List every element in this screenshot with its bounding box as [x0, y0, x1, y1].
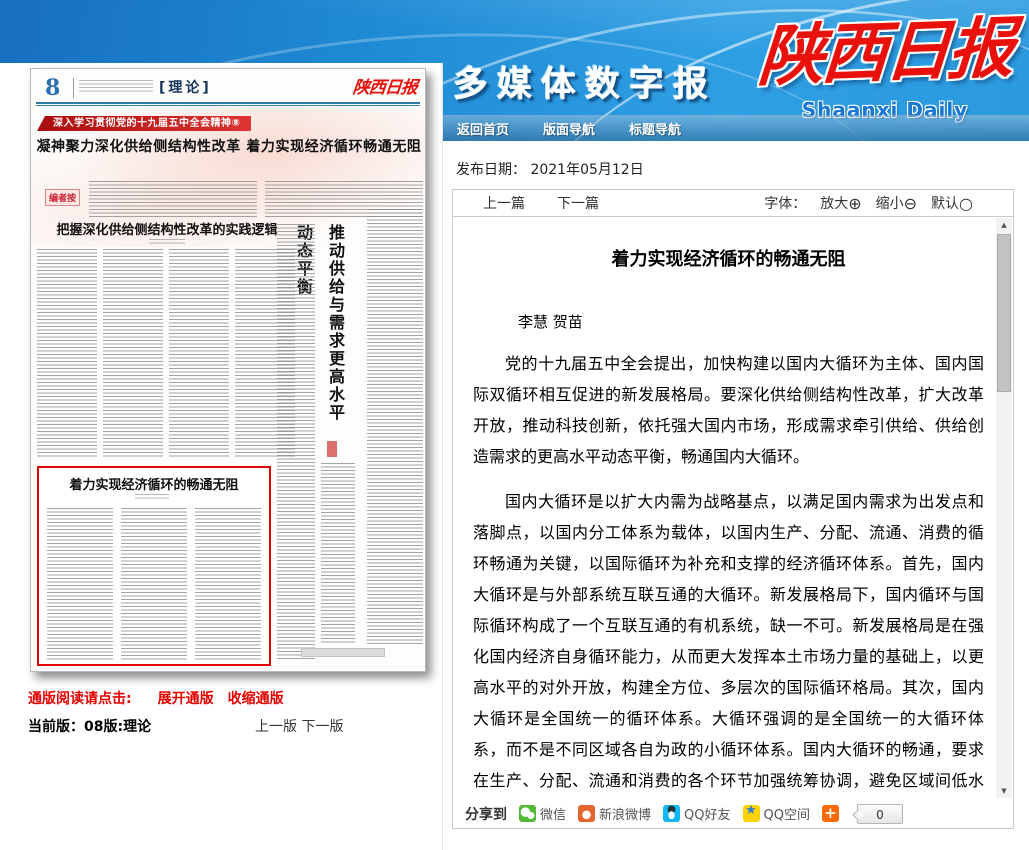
highlighted-article-headline: 着力实现经济循环的畅通无阻 [39, 474, 269, 493]
newspaper-text-column [89, 181, 257, 219]
weibo-icon [578, 805, 595, 822]
newspaper-text-column [169, 249, 229, 457]
article2-author-mark [327, 441, 337, 457]
highlighted-article-author [135, 494, 169, 499]
share-more-button[interactable] [822, 805, 839, 822]
font-default-icon: ○ [959, 194, 973, 213]
publish-date-value: 2021年05月12日 [530, 162, 643, 178]
nav-bar: 返回首页 版面导航 标题导航 [443, 115, 1029, 141]
plus-icon [822, 805, 839, 822]
share-wechat-button[interactable]: 微信 [519, 804, 566, 823]
share-weibo-button[interactable]: 新浪微博 [578, 804, 651, 823]
newspaper-masthead: 陕西日报 [352, 73, 419, 98]
font-default-button[interactable]: 默认○ [931, 193, 973, 213]
article-author: 李慧 贺苗 [473, 311, 984, 332]
expand-spread-link[interactable]: 展开通版 [158, 691, 214, 707]
share-qzone-button[interactable]: QQ空间 [743, 804, 810, 823]
share-weibo-label: 新浪微博 [599, 804, 651, 823]
page-nav-links: 上一版 下一版 [255, 716, 343, 736]
publish-date-label: 发布日期： [456, 162, 526, 178]
highlighted-article-box[interactable]: 着力实现经济循环的畅通无阻 [37, 466, 271, 666]
article1-author [149, 239, 185, 244]
next-page-link[interactable]: 下一版 [301, 719, 343, 735]
article-paragraph: 国内大循环是以扩大内需为战略基点，以满足国内需求为出发点和落脚点，以国内分工体系… [473, 486, 984, 799]
share-wechat-label: 微信 [540, 804, 566, 823]
newspaper-text-column [121, 508, 187, 660]
qq-icon [663, 805, 680, 822]
article2-vertical-headline: 推动供给与需求更高水平动态平衡 [319, 224, 351, 436]
scrollbar-down-arrow-icon[interactable]: ▼ [996, 784, 1012, 798]
newspaper-main-headline: 凝神聚力深化供给侧结构性改革 着力实现经济循环畅通无阻 [35, 136, 423, 156]
newspaper-text-column [195, 508, 261, 660]
newspaper-page-number: 8 [45, 75, 60, 101]
prev-article-button[interactable]: 上一篇 [483, 193, 525, 213]
newspaper-text-column [277, 224, 315, 661]
editor-note-label: 编者按 [45, 189, 80, 206]
newspaper-date-lines [79, 80, 153, 94]
publish-date: 发布日期： 2021年05月12日 [456, 159, 644, 179]
article-content: 着力实现经济循环的畅通无阻 李慧 贺苗 党的十九届五中全会提出，加快构建以国内大… [453, 217, 996, 799]
scrollbar-up-arrow-icon[interactable]: ▲ [996, 218, 1012, 232]
font-zoom-in-label: 放大 [820, 196, 848, 212]
nav-item-title-nav[interactable]: 标题导航 [629, 119, 701, 138]
newspaper-text-column [47, 508, 113, 660]
font-size-label: 字体： [764, 193, 806, 213]
brand-logo: 陕西日报 Shaanxi Daily [742, 2, 1028, 122]
next-article-button[interactable]: 下一篇 [557, 193, 599, 213]
current-page-row: 当前版：08版:理论 [28, 716, 151, 736]
nav-item-home[interactable]: 返回首页 [457, 119, 529, 138]
article-reader-panel: 发布日期： 2021年05月12日 上一篇 下一篇 字体： 放大⊕ 缩小⊖ 默认… [443, 141, 1029, 850]
newspaper-page-image[interactable]: 8 [理论] 陕西日报 深入学习贯彻党的十九届五中全会精神⑧ 凝神聚力深化供给侧… [30, 68, 426, 672]
newspaper-text-column [37, 249, 97, 457]
share-qq-label: QQ好友 [684, 804, 730, 823]
newspaper-series-ribbon: 深入学习贯彻党的十九届五中全会精神⑧ [37, 116, 251, 131]
nav-item-page-nav[interactable]: 版面导航 [543, 119, 615, 138]
qzone-star-icon [743, 805, 760, 822]
prev-page-link[interactable]: 上一版 [255, 719, 297, 735]
site-name: 多媒体数字报 [453, 56, 717, 107]
share-count-badge: 0 [857, 804, 903, 824]
divider [36, 102, 420, 106]
divider [73, 78, 74, 98]
article-toolbar: 上一篇 下一篇 字体： 放大⊕ 缩小⊖ 默认○ [452, 189, 1014, 217]
digital-newspaper-reader: 多媒体数字报 陕西日报 Shaanxi Daily 返回首页 版面导航 标题导航… [0, 0, 1029, 850]
share-qzone-label: QQ空间 [764, 804, 810, 823]
newspaper-text-column [321, 463, 355, 645]
article-body: 党的十九届五中全会提出，加快构建以国内大循环为主体、国内国际双循环相互促进的新发… [473, 348, 984, 799]
spread-links-row: 通版阅读请点击: 展开通版收缩通版 [28, 688, 284, 708]
article-paragraph: 党的十九届五中全会提出，加快构建以国内大循环为主体、国内国际双循环相互促进的新发… [473, 348, 984, 472]
font-zoom-out-button[interactable]: 缩小⊖ [876, 193, 917, 213]
scrollbar-thumb[interactable] [997, 234, 1011, 392]
font-zoom-in-button[interactable]: 放大⊕ [820, 193, 861, 213]
font-default-label: 默认 [931, 196, 959, 212]
shaanxi-daily-logo: 陕西日报 [738, 0, 1029, 107]
article-title: 着力实现经济循环的畅通无阻 [473, 245, 984, 271]
article-scrollbar[interactable]: ▲ ▼ [996, 218, 1012, 798]
article1-headline: 把握深化供给侧结构性改革的实践逻辑 [31, 219, 303, 238]
share-bar: 分享到 微信 新浪微博 QQ好友 QQ空间 0 [452, 799, 1014, 829]
newspaper-section-name: [理论] [159, 77, 212, 97]
article-content-box: 着力实现经济循环的畅通无阻 李慧 贺苗 党的十九届五中全会提出，加快构建以国内大… [452, 216, 1014, 800]
newspaper-contact-box [301, 648, 385, 657]
font-zoom-out-label: 缩小 [876, 196, 904, 212]
zoom-out-icon: ⊖ [904, 194, 917, 213]
collapse-spread-link[interactable]: 收缩通版 [228, 691, 284, 707]
share-label: 分享到 [465, 804, 507, 824]
newspaper-text-column [103, 249, 163, 457]
zoom-in-icon: ⊕ [848, 194, 861, 213]
newspaper-page-panel: 8 [理论] 陕西日报 深入学习贯彻党的十九届五中全会精神⑧ 凝神聚力深化供给侧… [0, 63, 443, 850]
current-page-label: 当前版：08版:理论 [28, 719, 151, 735]
spread-hint-label: 通版阅读请点击: [28, 691, 132, 707]
wechat-icon [519, 805, 536, 822]
share-qq-button[interactable]: QQ好友 [663, 804, 730, 823]
newspaper-text-column [367, 209, 423, 645]
